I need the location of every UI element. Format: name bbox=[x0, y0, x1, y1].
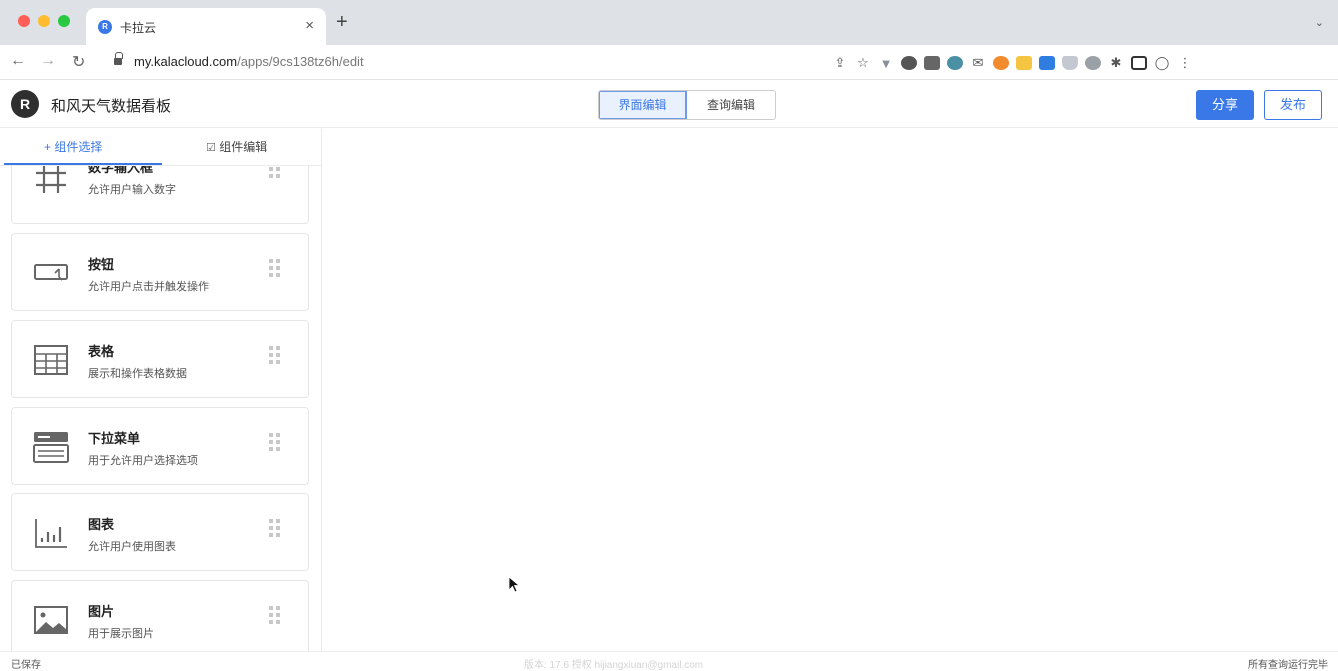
url-host: my.kalacloud.com bbox=[134, 54, 238, 69]
drag-handle-icon[interactable] bbox=[269, 433, 281, 453]
component-desc: 允许用户输入数字 bbox=[88, 184, 176, 196]
extension-grey-icon[interactable] bbox=[1085, 56, 1101, 70]
edit-mode-switch: 界面编辑 查询编辑 bbox=[598, 90, 776, 120]
url-path: /apps/9cs138tz6h/edit bbox=[237, 54, 364, 69]
toolbar-icons: ⇪ ☆ ▼ ✉ ✱ ◯ ⋮ bbox=[832, 54, 1193, 72]
table-icon bbox=[34, 345, 68, 375]
component-desc: 允许用户点击并触发操作 bbox=[88, 281, 209, 293]
browser-tab-title: 卡拉云 bbox=[120, 21, 157, 35]
browser-tab[interactable]: R 卡拉云 × bbox=[86, 8, 326, 45]
component-sidebar: 数字输入框 允许用户输入数字 按钮 允许用户点击并触发操作 表格 展示和操作表格… bbox=[0, 129, 322, 651]
component-name: 表格 bbox=[88, 344, 115, 359]
tab-close-icon[interactable]: × bbox=[305, 17, 314, 34]
hash-icon bbox=[36, 165, 66, 193]
app-header: R 和风天气数据看板 界面编辑 查询编辑 分享 发布 bbox=[0, 80, 1338, 128]
component-name: 图片 bbox=[88, 604, 115, 619]
active-tab-underline bbox=[4, 163, 162, 165]
component-desc: 展示和操作表格数据 bbox=[88, 368, 187, 380]
drag-handle-icon[interactable] bbox=[269, 346, 281, 366]
component-desc: 用于允许用户选择选项 bbox=[88, 455, 198, 467]
forward-arrow-icon[interactable]: → bbox=[40, 52, 56, 70]
query-edit-tab[interactable]: 查询编辑 bbox=[687, 91, 775, 119]
share-page-icon[interactable]: ⇪ bbox=[832, 55, 848, 71]
component-card-table[interactable]: 表格 展示和操作表格数据 bbox=[11, 320, 309, 398]
editor-canvas[interactable] bbox=[323, 129, 1338, 651]
drag-handle-icon[interactable] bbox=[269, 259, 281, 279]
address-bar[interactable]: my.kalacloud.com/apps/9cs138tz6h/edit bbox=[134, 54, 364, 69]
extension-shield-icon[interactable] bbox=[1062, 56, 1078, 70]
lock-icon[interactable] bbox=[114, 52, 123, 66]
kebab-menu-icon[interactable]: ⋮ bbox=[1177, 55, 1193, 71]
browser-tab-strip: R 卡拉云 × + ⌄ bbox=[0, 0, 1338, 45]
extension-square-icon[interactable] bbox=[924, 56, 940, 70]
query-status: 所有查询运行完毕 bbox=[1248, 660, 1328, 671]
component-card-dropdown[interactable]: 下拉菜单 用于允许用户选择选项 bbox=[11, 407, 309, 485]
edit-square-icon: ☑ bbox=[206, 142, 216, 154]
back-arrow-icon[interactable]: ← bbox=[10, 52, 26, 70]
tab-component-edit[interactable]: ☑ 组件编辑 bbox=[206, 138, 267, 155]
version-info: 版本: 17.6 授权 hijiangxiuan@gmail.com bbox=[524, 660, 704, 671]
chevron-down-icon[interactable]: ⌄ bbox=[1315, 16, 1324, 29]
image-icon bbox=[34, 606, 68, 634]
extension-teal-icon[interactable] bbox=[947, 56, 963, 70]
sidebar-tabs: + 组件选择 ☑ 组件编辑 bbox=[0, 129, 321, 166]
tab-component-select[interactable]: + 组件选择 bbox=[44, 138, 102, 155]
extension-yellow-icon[interactable] bbox=[1016, 56, 1032, 70]
extension-orange-icon[interactable] bbox=[993, 56, 1009, 70]
component-name: 图表 bbox=[88, 517, 115, 532]
component-name: 按钮 bbox=[88, 257, 115, 272]
component-desc: 用于展示图片 bbox=[88, 628, 154, 640]
extension-blue-icon[interactable] bbox=[1039, 56, 1055, 70]
kalacloud-favicon-icon: R bbox=[98, 20, 112, 34]
extension-v-icon[interactable]: ▼ bbox=[878, 56, 894, 71]
bookmark-star-icon[interactable]: ☆ bbox=[855, 55, 871, 71]
new-tab-icon[interactable]: + bbox=[336, 12, 348, 32]
publish-button[interactable]: 发布 bbox=[1264, 90, 1322, 120]
tab-component-edit-label: 组件编辑 bbox=[219, 140, 268, 154]
component-desc: 允许用户使用图表 bbox=[88, 541, 176, 553]
component-card-button[interactable]: 按钮 允许用户点击并触发操作 bbox=[11, 233, 309, 311]
drag-handle-icon[interactable] bbox=[269, 606, 281, 626]
ui-edit-tab[interactable]: 界面编辑 bbox=[599, 91, 687, 119]
puzzle-icon[interactable]: ✱ bbox=[1108, 55, 1124, 71]
mouse-pointer-icon bbox=[508, 576, 520, 593]
app-title[interactable]: 和风天气数据看板 bbox=[51, 95, 171, 116]
button-icon bbox=[34, 264, 68, 281]
window-zoom-button[interactable] bbox=[58, 15, 70, 27]
chart-icon bbox=[35, 519, 67, 548]
reload-icon[interactable]: ↻ bbox=[72, 52, 85, 72]
extension-circle-icon[interactable] bbox=[901, 56, 917, 70]
app-logo-icon[interactable]: R bbox=[11, 90, 39, 118]
window-close-button[interactable] bbox=[18, 15, 30, 27]
share-button[interactable]: 分享 bbox=[1196, 90, 1254, 120]
window-minimize-button[interactable] bbox=[38, 15, 50, 27]
component-name: 下拉菜单 bbox=[88, 431, 141, 446]
mail-icon[interactable]: ✉ bbox=[970, 55, 986, 71]
component-card-chart[interactable]: 图表 允许用户使用图表 bbox=[11, 493, 309, 571]
status-bar: 已保存 版本: 17.6 授权 hijiangxiuan@gmail.com 所… bbox=[0, 651, 1338, 671]
drag-handle-icon[interactable] bbox=[269, 519, 281, 539]
browser-toolbar: ← → ↻ my.kalacloud.com/apps/9cs138tz6h/e… bbox=[0, 45, 1338, 80]
dropdown-icon bbox=[33, 432, 69, 463]
profile-avatar-icon[interactable]: ◯ bbox=[1154, 55, 1170, 71]
sidepanel-icon[interactable] bbox=[1131, 56, 1147, 70]
component-card-image[interactable]: 图片 用于展示图片 bbox=[11, 580, 309, 651]
save-status: 已保存 bbox=[11, 660, 41, 671]
